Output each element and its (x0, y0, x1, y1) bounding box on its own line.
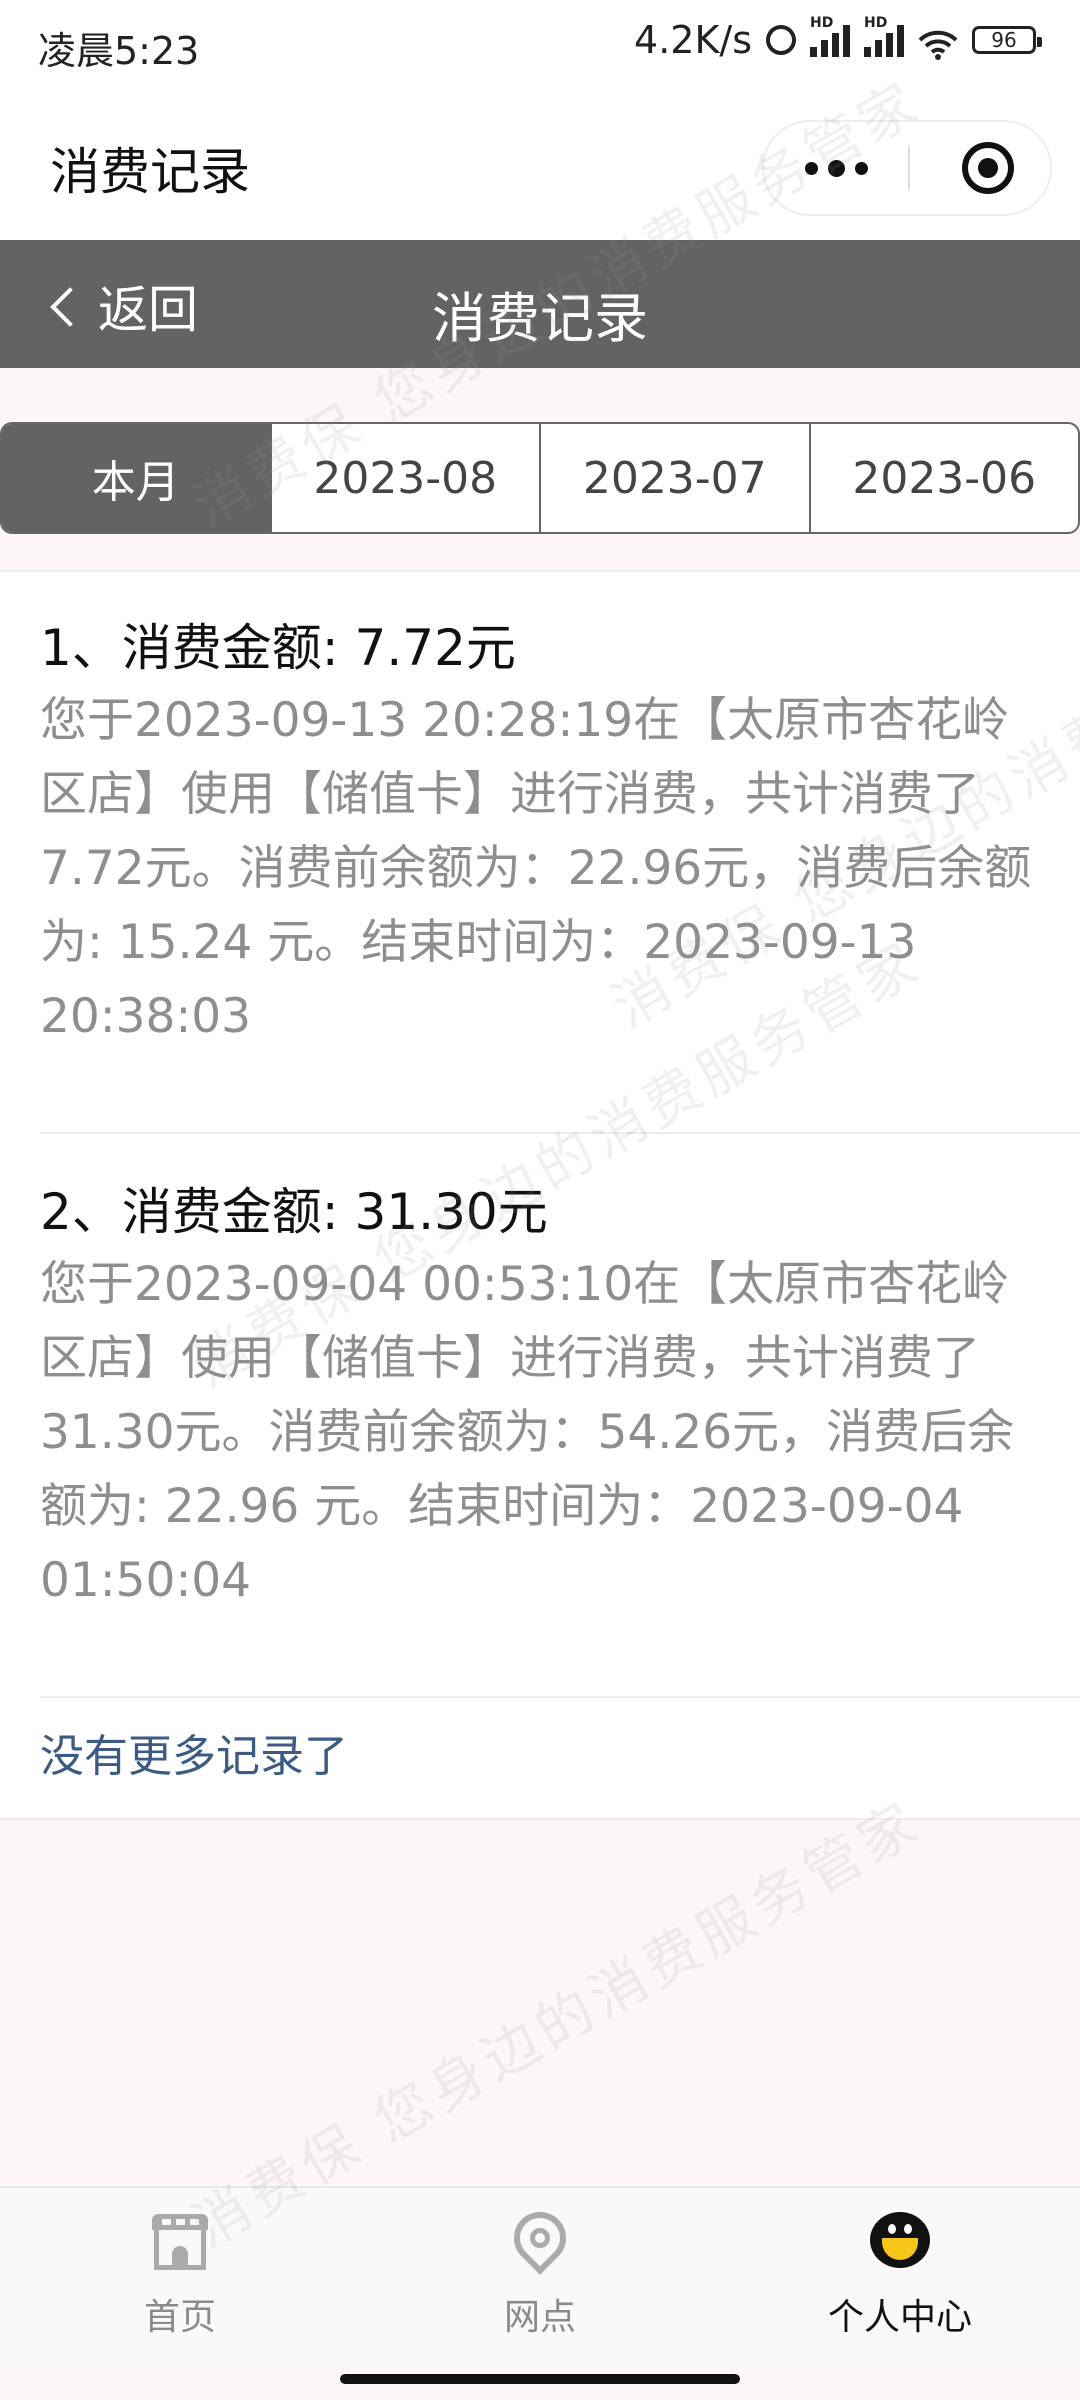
back-label: 返回 (98, 281, 198, 339)
store-home-icon (150, 2212, 210, 2272)
battery-icon: 96 (972, 26, 1042, 54)
more-options-button[interactable] (764, 122, 908, 214)
tabbar-label: 首页 (143, 2297, 216, 2338)
list-item: 2、消费金额: 31.30元 您于2023-09-04 00:53:10在【太原… (40, 1182, 1050, 1618)
more-dot-icon (827, 159, 845, 177)
signal-icon: HD (810, 15, 850, 57)
tab-2023-08[interactable]: 2023-08 (269, 424, 540, 532)
network-speed: 4.2K/s (634, 18, 752, 62)
signal-icon: HD (864, 15, 904, 57)
divider (40, 1132, 1080, 1134)
alarm-icon (766, 25, 796, 55)
tabbar-label: 网点 (503, 2297, 576, 2338)
more-dot-icon (804, 161, 818, 175)
tabbar-item-personal-center[interactable]: 个人中心 (790, 2212, 1010, 2340)
record-amount-title: 2、消费金额: 31.30元 (40, 1183, 548, 1241)
status-icons: 4.2K/s HD HD 96 (634, 15, 1042, 62)
no-more-records-text: 没有更多记录了 (40, 1731, 348, 1782)
capsule-menu (762, 120, 1052, 216)
wifi-icon (918, 25, 958, 60)
tabbar-item-home[interactable]: 首页 (70, 2212, 290, 2340)
tab-this-month[interactable]: 本月 (2, 424, 270, 532)
divider (0, 570, 1080, 572)
home-indicator[interactable] (340, 2374, 740, 2384)
tabbar-item-outlets[interactable]: 网点 (430, 2201, 650, 2340)
divider (40, 1696, 1080, 1698)
mini-program-title: 消费记录 (50, 143, 250, 201)
tab-2023-07[interactable]: 2023-07 (539, 424, 809, 532)
tab-2023-06[interactable]: 2023-06 (808, 424, 1079, 532)
mini-program-header: 消费记录 (0, 90, 1080, 240)
tabbar-label: 个人中心 (827, 2297, 972, 2338)
divider (0, 1818, 1080, 1820)
record-amount-title: 1、消费金额: 7.72元 (40, 619, 516, 677)
status-bar: 凌晨5:23 4.2K/s HD HD 96 (0, 0, 1080, 90)
month-tabs: 本月 2023-08 2023-07 2023-06 (0, 422, 1080, 534)
record-description: 您于2023-09-04 00:53:10在【太原市杏花岭区店】使用【储值卡】进… (40, 1257, 1015, 1608)
close-target-icon[interactable] (962, 142, 1014, 194)
location-pin-icon (503, 2201, 577, 2275)
status-time: 凌晨5:23 (38, 29, 200, 73)
smiley-face-icon (870, 2212, 930, 2272)
capsule-divider (908, 146, 910, 190)
more-dot-icon (854, 161, 868, 175)
page-navigation-bar: 消费记录 返回 (0, 240, 1080, 368)
bottom-tab-bar: 首页 网点 个人中心 (0, 2186, 1080, 2363)
list-item: 1、消费金额: 7.72元 您于2023-09-13 20:28:19在【太原市… (40, 618, 1050, 1054)
chevron-left-icon (50, 287, 90, 327)
record-description: 您于2023-09-13 20:28:19在【太原市杏花岭区店】使用【储值卡】进… (40, 693, 1032, 1044)
records-list: 1、消费金额: 7.72元 您于2023-09-13 20:28:19在【太原市… (0, 570, 1080, 1820)
back-button[interactable]: 返回 (50, 270, 198, 342)
